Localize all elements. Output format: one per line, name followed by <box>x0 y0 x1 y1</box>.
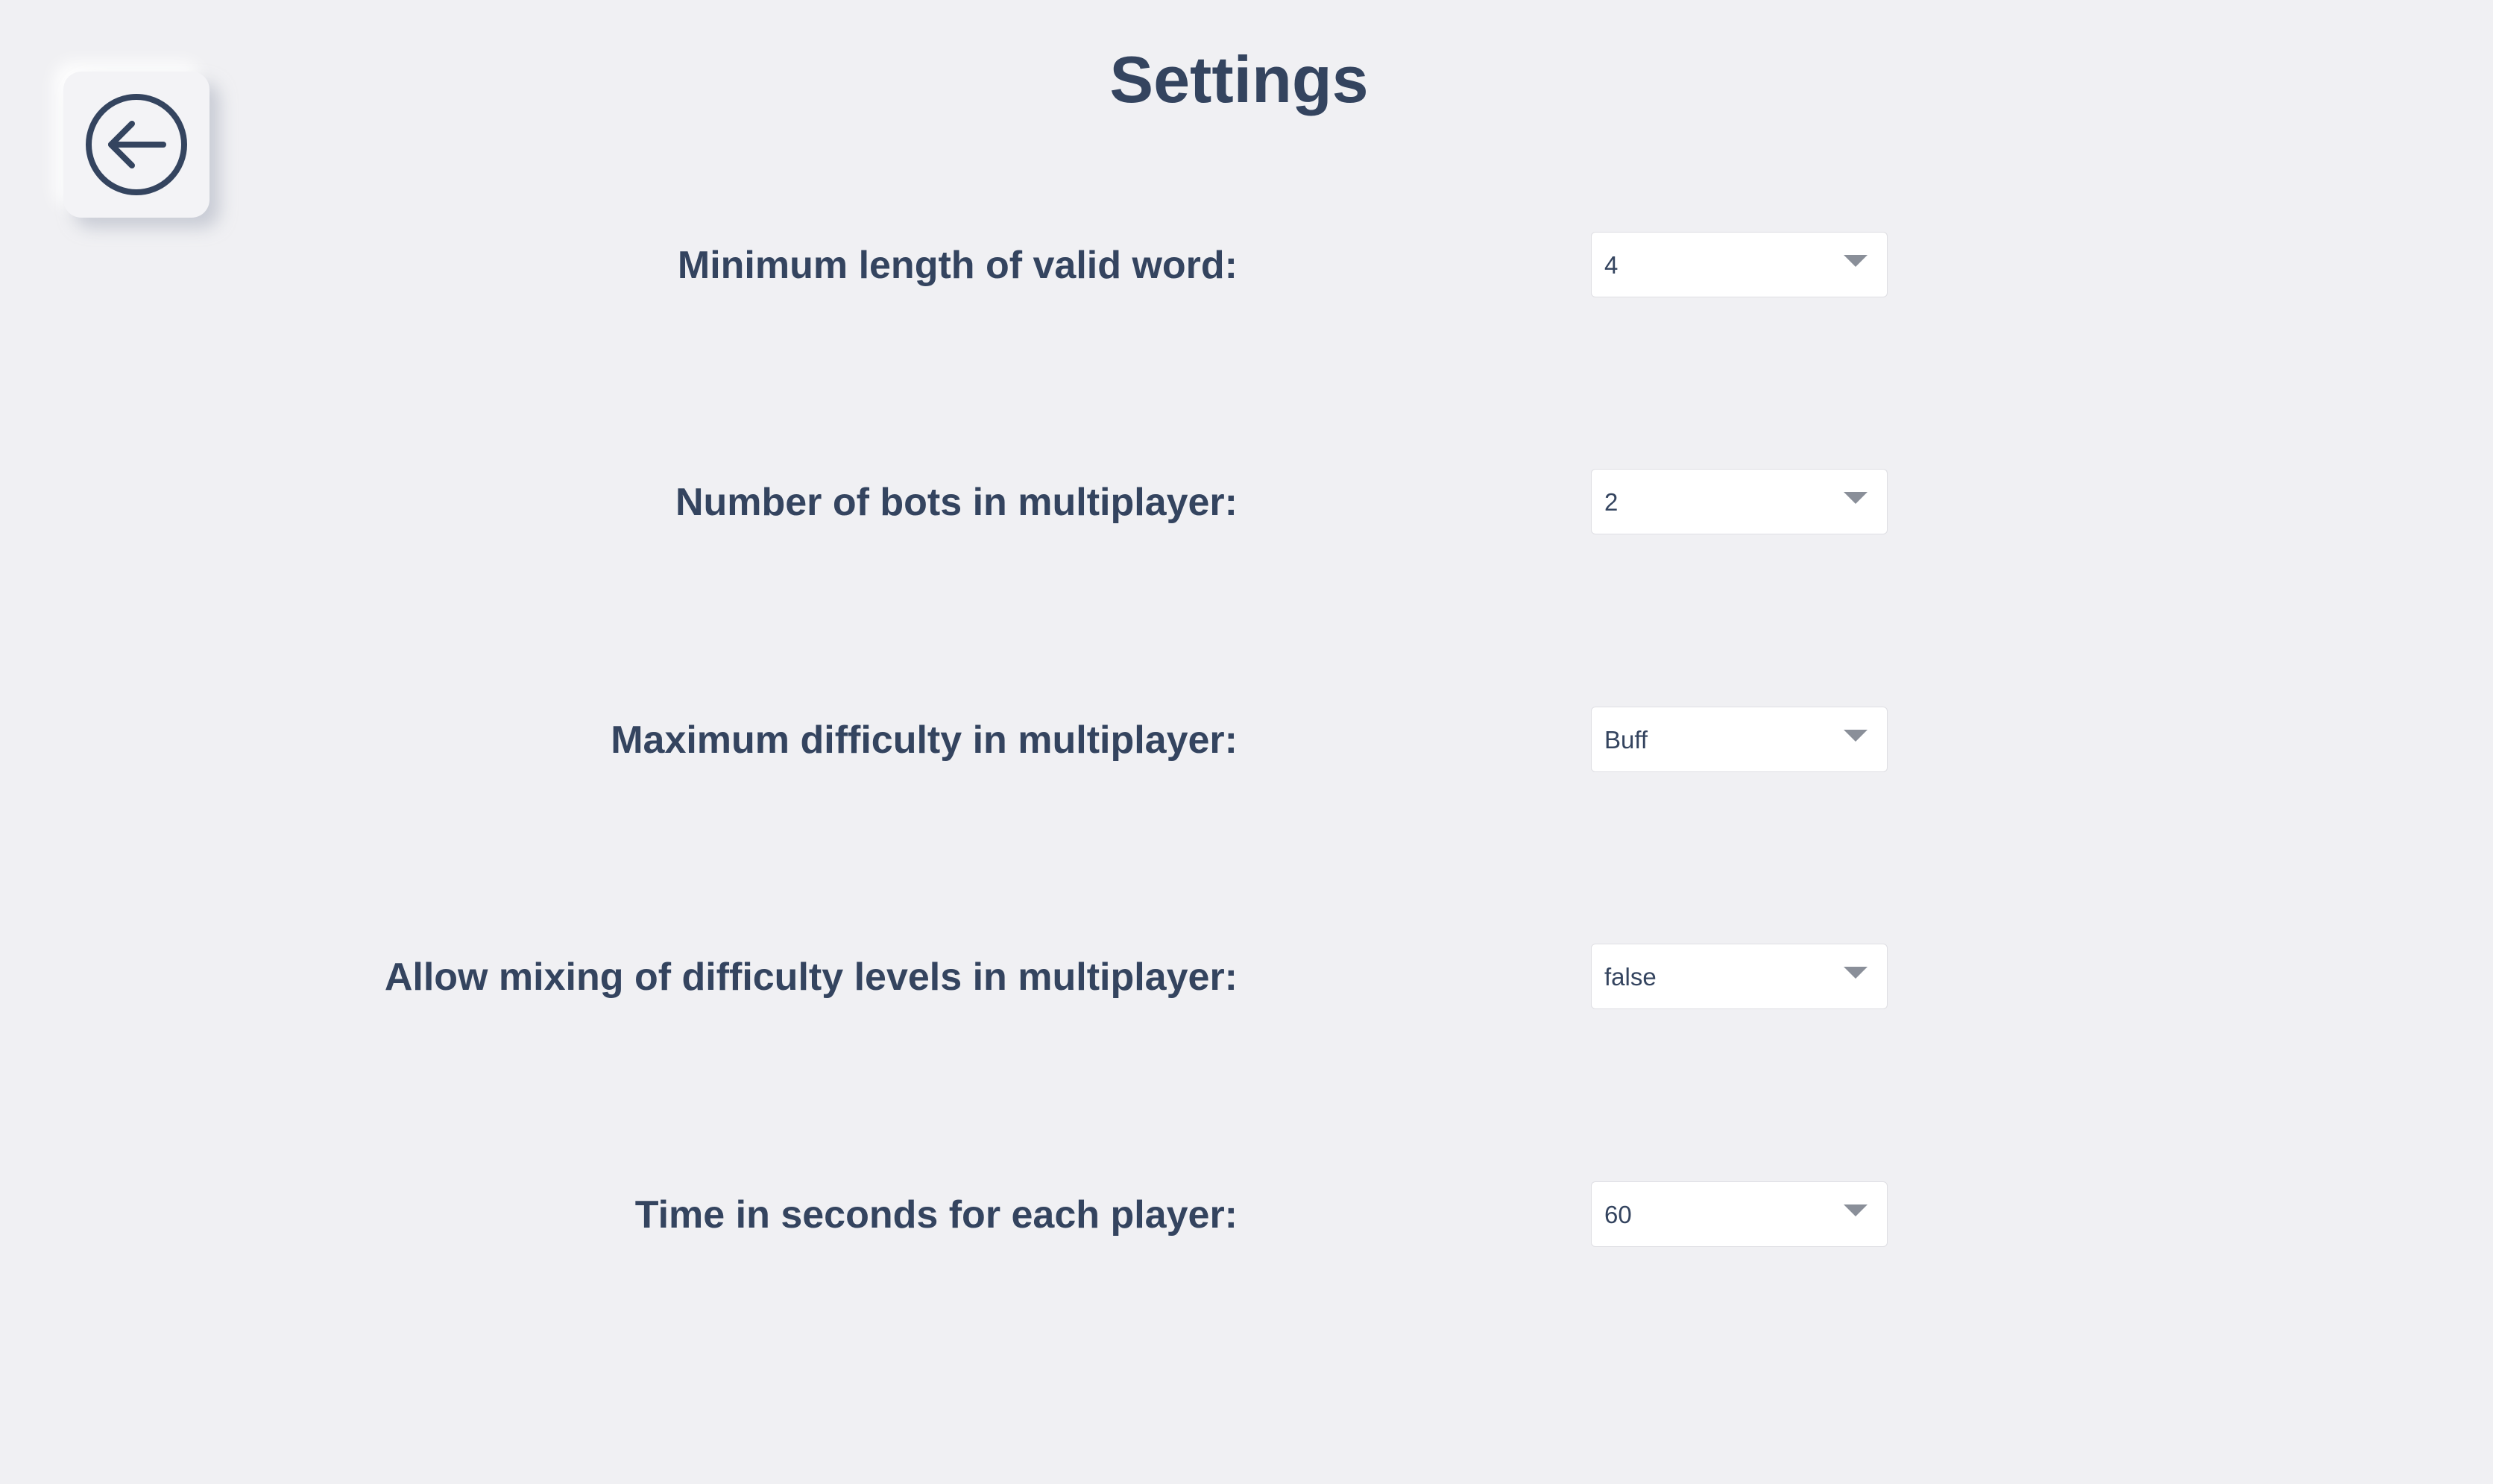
select-value: 60 <box>1604 1201 1632 1228</box>
setting-label-max-difficulty: Maximum difficulty in multiplayer: <box>611 719 1238 762</box>
turn-time-select[interactable]: 60 <box>1591 1181 1888 1247</box>
setting-row-mix-difficulty: Allow mixing of difficulty levels in mul… <box>0 944 2493 1011</box>
setting-label-min-word-length: Minimum length of valid word: <box>677 244 1238 287</box>
chevron-down-icon <box>1844 1204 1868 1216</box>
bot-count-select[interactable]: 2 <box>1591 469 1888 534</box>
select-value: false <box>1604 963 1657 991</box>
setting-row-max-difficulty: Maximum difficulty in multiplayer: Buff <box>0 707 2493 774</box>
setting-row-min-word-length: Minimum length of valid word: 4 <box>0 232 2493 299</box>
mix-difficulty-select[interactable]: false <box>1591 944 1888 1009</box>
select-value: Buff <box>1604 726 1648 754</box>
setting-label-bot-count: Number of bots in multiplayer: <box>675 481 1238 524</box>
select-value: 2 <box>1604 488 1619 516</box>
select-value: 4 <box>1604 251 1619 279</box>
chevron-down-icon <box>1844 492 1868 504</box>
max-difficulty-select[interactable]: Buff <box>1591 707 1888 772</box>
setting-label-turn-time: Time in seconds for each player: <box>634 1193 1238 1237</box>
page-title: Settings <box>1109 42 1369 116</box>
min-word-length-select[interactable]: 4 <box>1591 232 1888 297</box>
setting-row-turn-time: Time in seconds for each player: 60 <box>0 1181 2493 1248</box>
setting-row-bot-count: Number of bots in multiplayer: 2 <box>0 469 2493 536</box>
setting-label-mix-difficulty: Allow mixing of difficulty levels in mul… <box>384 956 1238 999</box>
chevron-down-icon <box>1844 730 1868 742</box>
chevron-down-icon <box>1844 967 1868 979</box>
chevron-down-icon <box>1844 255 1868 267</box>
